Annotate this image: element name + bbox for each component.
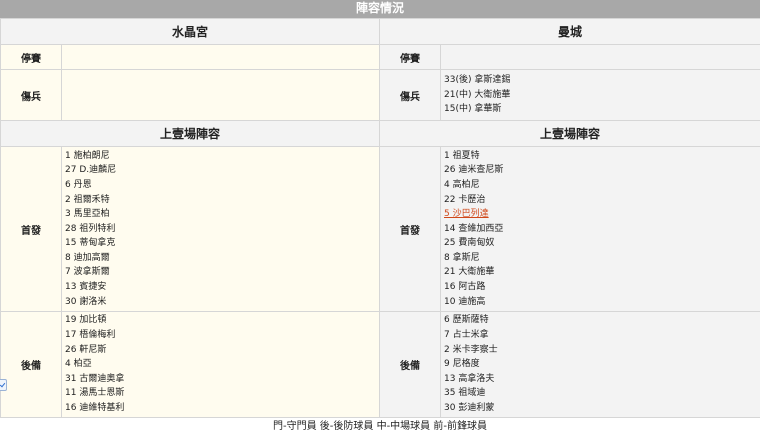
player-item: 1 施柏朗尼 (65, 150, 110, 161)
away-bench-list: 6 歷斯薩特 7 占士米拿 2 米卡李察士 9 尼格度 13 高拿洛夫 35 祖域迪 30 … (441, 312, 760, 416)
home-team-name: 水晶宮 (0, 18, 381, 45)
away-team-name: 曼城 (379, 18, 760, 45)
player-item: 15 蒂甸拿克 (65, 238, 116, 249)
checkmark-icon[interactable] (0, 379, 7, 391)
player-item: 27 D.迪麟尼 (65, 165, 117, 176)
bench-row: 後備 19 加比頓 17 梧倫梅利 26 軒尼斯 4 柏亞 31 古爾迪奧拿 11 湯馬士… (0, 311, 760, 418)
player-item: 4 高柏尼 (444, 179, 480, 190)
player-item: 8 迪加高爾 (65, 252, 110, 263)
player-item: 2 米卡李察士 (444, 344, 498, 355)
player-item: 31 古爾迪奧拿 (65, 373, 125, 384)
player-item: 22 卡歷治 (444, 194, 486, 205)
player-item[interactable]: 5 沙巴列達 (444, 207, 760, 222)
player-item: 21 大衛施華 (444, 267, 495, 278)
home-bench-cell: 19 加比頓 17 梧倫梅利 26 軒尼斯 4 柏亞 31 古爾迪奧拿 11 湯馬士恩斯 1… (60, 311, 381, 418)
away-bench-label: 後備 (379, 311, 442, 418)
home-starting-list: 1 施柏朗尼 27 D.迪麟尼 6 丹恩 2 祖爾禾特 3 馬里亞柏 28 祖列特利 15 … (62, 148, 379, 311)
home-bench-list: 19 加比頓 17 梧倫梅利 26 軒尼斯 4 柏亞 31 古爾迪奧拿 11 湯馬士恩斯 1… (62, 312, 379, 416)
player-item: 3 馬里亞柏 (65, 209, 110, 220)
player-item: 6 歷斯薩特 (444, 315, 489, 326)
player-item: 9 尼格度 (444, 359, 480, 370)
player-item: 7 占士米拿 (444, 330, 489, 341)
suspended-row: 停賽 停賽 (0, 44, 760, 70)
home-last-lineup-title: 上壹場陣容 (0, 120, 381, 147)
away-injured-label: 傷兵 (379, 69, 442, 121)
player-item: 11 湯馬士恩斯 (65, 388, 125, 399)
away-injured-cell: 33(後) 拿斯達錫 21(中) 大衛施華 15(中) 拿華斯 (440, 69, 760, 121)
home-suspended-list (60, 44, 381, 70)
player-item: 13 高拿洛夫 (444, 373, 495, 384)
player-item: 10 迪施高 (444, 296, 486, 307)
home-suspended-label: 停賽 (0, 44, 62, 70)
home-starting-label: 首發 (0, 146, 62, 312)
player-item: 2 祖爾禾特 (65, 194, 110, 205)
player-item: 8 拿斯尼 (444, 252, 480, 263)
home-injured-list (60, 69, 381, 121)
away-starting-list: 1 祖夏特 26 迪米查尼斯 4 高柏尼 22 卡歷治 5 沙巴列達 14 查維加西亞 25… (441, 148, 760, 311)
player-item: 19 加比頓 (65, 315, 107, 326)
away-starting-label: 首發 (379, 146, 442, 312)
player-item: 4 柏亞 (65, 359, 92, 370)
page-title: 陣容情況 (0, 0, 760, 18)
player-item: 21(中) 大衛施華 (444, 89, 511, 100)
player-item: 16 迪維特基利 (65, 402, 125, 413)
player-item: 26 迪米查尼斯 (444, 165, 504, 176)
lineup-table: 水晶宮 曼城 停賽 停賽 傷兵 傷兵 33(後) 拿斯達錫 21(中) 大衛施華 1… (0, 18, 760, 418)
player-item: 30 彭迪利蒙 (444, 402, 495, 413)
player-item: 16 阿古路 (444, 282, 486, 293)
player-item: 7 波拿斯爾 (65, 267, 110, 278)
player-item: 33(後) 拿斯達錫 (444, 75, 511, 86)
last-lineup-header-row: 上壹場陣容 上壹場陣容 (0, 120, 760, 147)
away-suspended-list (440, 44, 760, 70)
away-starting-cell: 1 祖夏特 26 迪米查尼斯 4 高柏尼 22 卡歷治 5 沙巴列達 14 查維加西亞 25… (440, 146, 760, 312)
player-item: 26 軒尼斯 (65, 344, 107, 355)
injured-row: 傷兵 傷兵 33(後) 拿斯達錫 21(中) 大衛施華 15(中) 拿華斯 (0, 69, 760, 121)
player-item: 30 謝洛米 (65, 296, 107, 307)
player-item: 35 祖域迪 (444, 388, 486, 399)
home-starting-cell: 1 施柏朗尼 27 D.迪麟尼 6 丹恩 2 祖爾禾特 3 馬里亞柏 28 祖列特利 15 … (60, 146, 381, 312)
starting-row: 首發 1 施柏朗尼 27 D.迪麟尼 6 丹恩 2 祖爾禾特 3 馬里亞柏 28 祖列特利… (0, 146, 760, 312)
away-last-lineup-title: 上壹場陣容 (379, 120, 760, 147)
home-bench-label: 後備 (0, 311, 62, 418)
player-item: 6 丹恩 (65, 179, 92, 190)
home-injured-label: 傷兵 (0, 69, 62, 121)
away-bench-cell: 6 歷斯薩特 7 占士米拿 2 米卡李察士 9 尼格度 13 高拿洛夫 35 祖域迪 30 … (440, 311, 760, 418)
player-item: 15(中) 拿華斯 (444, 104, 502, 115)
player-item: 28 祖列特利 (65, 223, 116, 234)
player-item: 13 賓捷安 (65, 282, 107, 293)
player-item: 25 費南甸奴 (444, 238, 495, 249)
away-suspended-label: 停賽 (379, 44, 442, 70)
player-item: 1 祖夏特 (444, 150, 480, 161)
team-header-row: 水晶宮 曼城 (0, 18, 760, 45)
player-item: 14 查維加西亞 (444, 223, 504, 234)
position-legend: 門-守門員 後-後防球員 中-中場球員 前-前鋒球員 (273, 421, 487, 432)
player-item: 17 梧倫梅利 (65, 330, 116, 341)
away-injured-list: 33(後) 拿斯達錫 21(中) 大衛施華 15(中) 拿華斯 (441, 72, 760, 118)
